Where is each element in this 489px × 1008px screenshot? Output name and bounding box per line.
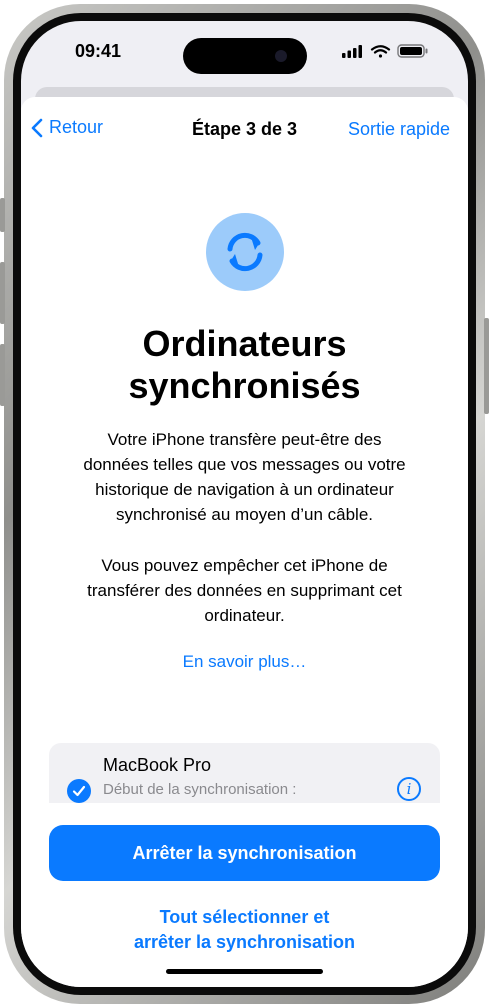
device-list-item[interactable]: MacBook Pro Début de la synchronisation … — [49, 743, 440, 803]
volume-up-button — [0, 262, 5, 324]
description-line: ordinateur. — [204, 606, 285, 625]
status-time: 09:41 — [75, 41, 122, 61]
learn-more-link[interactable]: En savoir plus… — [21, 652, 468, 672]
description-line: historique de navigation à un ordinateur — [95, 480, 394, 499]
page-title: Ordinateurs synchronisés — [61, 323, 428, 407]
battery-icon — [397, 44, 428, 58]
status-bar: 09:41 — [21, 21, 468, 91]
sync-icon-badge — [206, 213, 284, 291]
description-line: transférer des données en supprimant cet — [87, 581, 402, 600]
checkmark-icon[interactable] — [67, 779, 91, 803]
setup-sheet: Retour Étape 3 de 3 Sortie rapide Ordina… — [21, 97, 468, 987]
status-icons — [342, 44, 428, 58]
page-title-line-2: synchronisés — [128, 365, 361, 406]
cellular-signal-icon — [342, 45, 362, 58]
dynamic-island — [183, 38, 307, 74]
device-name: MacBook Pro — [103, 755, 212, 775]
screen: 09:41 Retour Étape 3 de 3 Sortie rapide … — [21, 21, 468, 987]
home-indicator[interactable] — [166, 969, 323, 974]
camera-icon — [275, 50, 287, 62]
sync-icon — [227, 232, 263, 272]
check-glyph-icon — [72, 785, 86, 797]
wifi-icon — [370, 45, 391, 58]
description-paragraph-2: Vous pouvez empêcher cet iPhone de trans… — [61, 553, 428, 628]
device-sync-start: Début de la synchronisation : — [103, 781, 297, 798]
volume-down-button — [0, 344, 5, 406]
page-title-line-1: Ordinateurs — [142, 323, 347, 364]
quick-exit-button[interactable]: Sortie rapide — [348, 119, 450, 140]
info-icon[interactable]: i — [397, 777, 421, 801]
description-line: Vous pouvez empêcher cet iPhone de — [101, 556, 388, 575]
stop-sync-button[interactable]: Arrêter la synchronisation — [49, 825, 440, 881]
select-all-stop-sync-button[interactable]: Tout sélectionner et arrêter la synchron… — [49, 905, 440, 955]
power-button — [484, 318, 489, 414]
select-all-line-1: Tout sélectionner et — [159, 907, 330, 927]
description-line: données telles que vos messages ou votre — [83, 455, 406, 474]
description-paragraph-1: Votre iPhone transfère peut-être des don… — [61, 427, 428, 527]
description-line: Votre iPhone transfère peut-être des — [107, 430, 382, 449]
select-all-line-2: arrêter la synchronisation — [133, 932, 356, 952]
action-button — [0, 198, 5, 232]
description-line: synchronisé au moyen d’un câble. — [115, 505, 374, 524]
